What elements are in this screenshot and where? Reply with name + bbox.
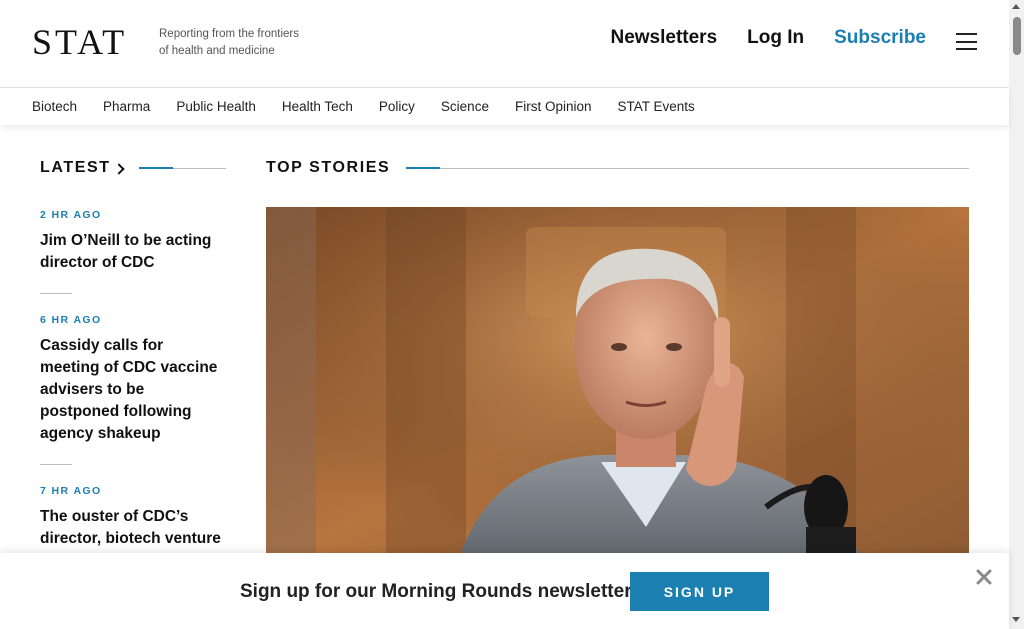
timestamp: 7 HR AGO — [40, 485, 102, 497]
hero-image[interactable] — [266, 207, 969, 567]
item-divider — [40, 464, 72, 465]
nav-item-first-opinion[interactable]: First Opinion — [515, 99, 592, 114]
accent-rule — [406, 167, 441, 169]
headline-link[interactable]: The ouster of CDC’s director, biotech ve… — [40, 506, 226, 550]
page-scrollbar[interactable] — [1009, 0, 1024, 629]
latest-list: 2 HR AGO Jim O’Neill to be acting direct… — [40, 208, 226, 550]
hamburger-menu-icon[interactable] — [956, 33, 977, 50]
hero-photo[interactable] — [266, 207, 969, 567]
subscribe-link[interactable]: Subscribe — [834, 27, 926, 49]
close-icon[interactable] — [974, 567, 994, 587]
header-links: Newsletters Log In Subscribe — [610, 27, 926, 49]
newsletter-prompt: Sign up for our Morning Rounds newslette… — [240, 581, 632, 602]
login-link[interactable]: Log In — [747, 27, 804, 49]
top-stories-heading: TOP STORIES — [266, 155, 969, 181]
scroll-thumb[interactable] — [1013, 17, 1021, 55]
nav-item-public-health[interactable]: Public Health — [176, 99, 256, 114]
top-stories: TOP STORIES — [266, 155, 969, 181]
chevron-right-icon[interactable] — [112, 162, 125, 175]
scroll-down-arrow-icon[interactable] — [1012, 617, 1020, 622]
newsletter-signup-bar: Sign up for our Morning Rounds newslette… — [0, 553, 1009, 629]
site-tagline: Reporting from the frontiers of health a… — [159, 26, 329, 60]
accent-rule — [138, 167, 173, 169]
list-item[interactable]: 2 HR AGO Jim O’Neill to be acting direct… — [40, 208, 226, 274]
stat-logo[interactable]: STAT — [32, 22, 127, 62]
nav-item-stat-events[interactable]: STAT Events — [617, 99, 694, 114]
latest-heading[interactable]: LATEST — [40, 155, 226, 181]
nav-item-pharma[interactable]: Pharma — [103, 99, 150, 114]
newsletters-link[interactable]: Newsletters — [610, 27, 717, 49]
section-nav: Biotech Pharma Public Health Health Tech… — [0, 88, 1009, 125]
nav-item-policy[interactable]: Policy — [379, 99, 415, 114]
tagline-line-2: of health and medicine — [159, 45, 275, 57]
timestamp: 6 HR AGO — [40, 314, 102, 326]
top-stories-title: TOP STORIES — [266, 159, 391, 176]
list-item[interactable]: 6 HR AGO Cassidy calls for meeting of CD… — [40, 313, 226, 445]
list-item[interactable]: 7 HR AGO The ouster of CDC’s director, b… — [40, 484, 226, 550]
site-header: STAT Reporting from the frontiers of hea… — [0, 0, 1009, 88]
latest-title[interactable]: LATEST — [40, 159, 111, 177]
divider — [440, 167, 969, 169]
nav-item-science[interactable]: Science — [441, 99, 489, 114]
item-divider — [40, 293, 72, 294]
latest-column: LATEST 2 HR AGO Jim O’Neill to be acting… — [40, 155, 226, 550]
scroll-up-arrow-icon[interactable] — [1012, 4, 1020, 9]
headline-link[interactable]: Cassidy calls for meeting of CDC vaccine… — [40, 335, 226, 445]
headline-link[interactable]: Jim O’Neill to be acting director of CDC — [40, 230, 226, 274]
tagline-line-1: Reporting from the frontiers — [159, 28, 299, 40]
nav-item-biotech[interactable]: Biotech — [32, 99, 77, 114]
divider — [172, 167, 226, 169]
sign-up-button[interactable]: SIGN UP — [630, 572, 769, 611]
nav-item-health-tech[interactable]: Health Tech — [282, 99, 353, 114]
timestamp: 2 HR AGO — [40, 209, 102, 221]
